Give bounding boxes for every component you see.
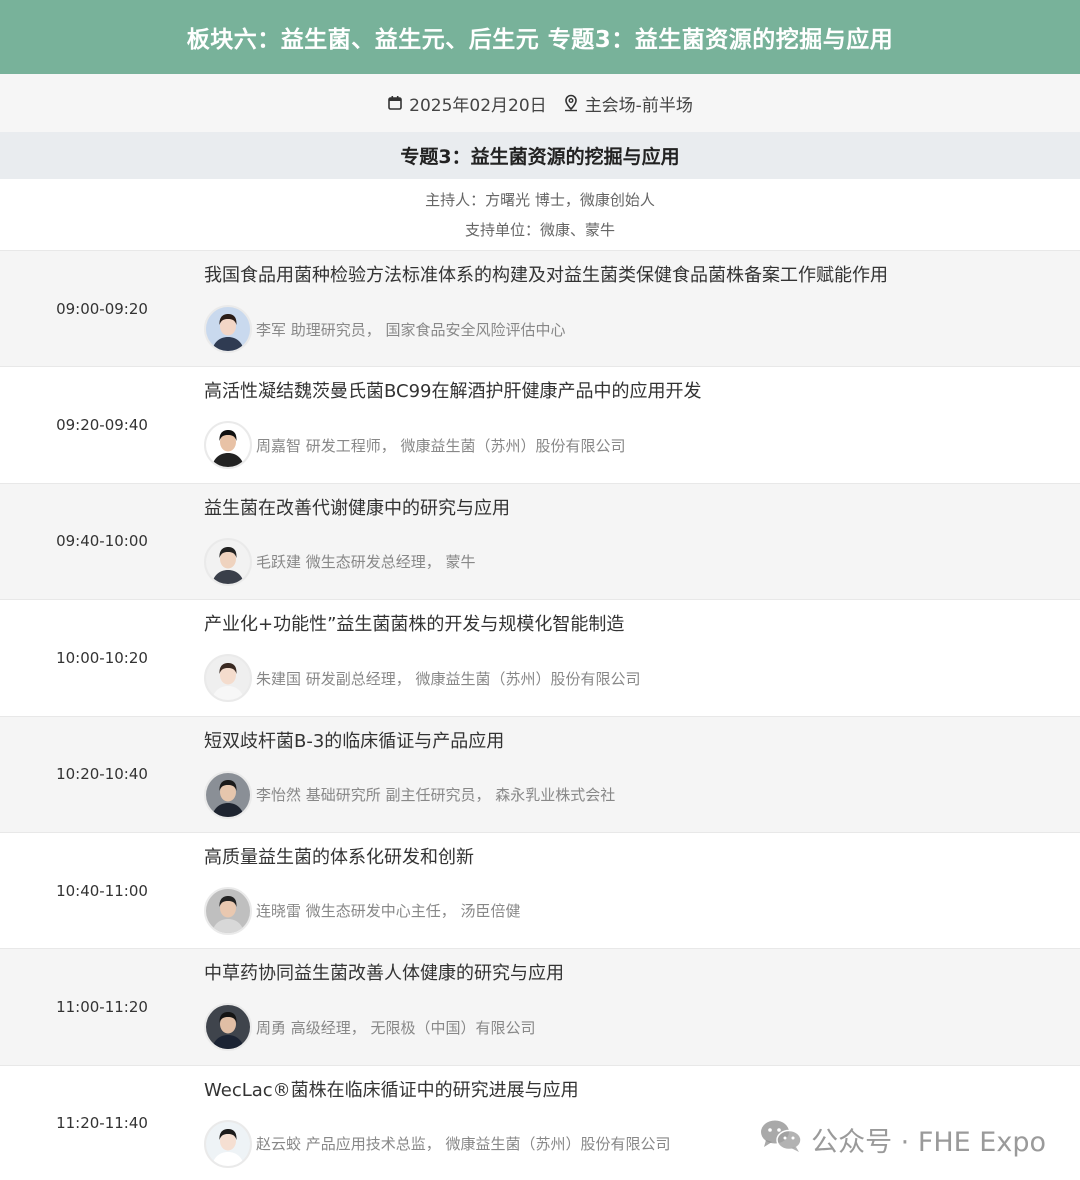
- session-row: 10:20-10:40 短双歧杆菌B-3的临床循证与产品应用李怡然 基础研究所 副…: [0, 715, 1080, 832]
- speaker: 周嘉智 研发工程师， 微康益生菌（苏州）股份有限公司: [204, 421, 1080, 470]
- session-time: 10:40-11:00: [56, 881, 148, 900]
- session-row: 10:00-10:20 产业化+功能性”益生菌菌株的开发与规模化智能制造朱建国 研…: [0, 599, 1080, 716]
- topic-info: 主持人：方曙光 博士，微康创始人 支持单位：微康、蒙牛: [0, 179, 1080, 250]
- session-row: 09:20-09:40 高活性凝结魏茨曼氏菌BC99在解酒护肝健康产品中的应用开发…: [0, 366, 1080, 483]
- session-time: 09:40-10:00: [56, 532, 148, 551]
- speaker: 李怡然 基础研究所 副主任研究员， 森永乳业株式会社: [204, 770, 1080, 819]
- session-content: 短双歧杆菌B-3的临床循证与产品应用李怡然 基础研究所 副主任研究员， 森永乳业…: [204, 717, 1080, 832]
- talk-title: 高质量益生菌的体系化研发和创新: [204, 846, 474, 868]
- avatar: [204, 305, 252, 353]
- speaker-name: 李怡然 基础研究所 副主任研究员， 森永乳业株式会社: [256, 786, 616, 805]
- speaker-name: 李军 助理研究员， 国家食品安全风险评估中心: [256, 320, 566, 339]
- speaker: 朱建国 研发副总经理， 微康益生菌（苏州）股份有限公司: [204, 654, 1080, 703]
- speaker-name: 毛跃建 微生态研发总经理， 蒙牛: [256, 553, 476, 572]
- session-content: 产业化+功能性”益生菌菌株的开发与规模化智能制造朱建国 研发副总经理， 微康益生…: [204, 600, 1080, 715]
- speaker: 周勇 高级经理， 无限极（中国）有限公司: [204, 1003, 1080, 1052]
- support-line: 支持单位：微康、蒙牛: [464, 221, 615, 239]
- session-time: 11:00-11:20: [56, 998, 148, 1017]
- avatar: [204, 537, 252, 586]
- talk-title: 我国食品用菌种检验方法标准体系的构建及对益生菌类保健食品菌株备案工作赋能作用: [204, 265, 888, 286]
- session-content: 益生菌在改善代谢健康中的研究与应用毛跃建 微生态研发总经理， 蒙牛: [204, 484, 1080, 599]
- calendar-icon: [387, 95, 403, 111]
- avatar: [204, 421, 252, 470]
- session-time: 10:00-10:20: [56, 648, 148, 667]
- speaker-name: 连晓雷 微生态研发中心主任， 汤臣倍健: [256, 902, 521, 921]
- speaker-name: 周勇 高级经理， 无限极（中国）有限公司: [256, 1018, 536, 1037]
- host-line: 主持人：方曙光 博士，微康创始人: [425, 191, 655, 209]
- session-date: 2025年02月20日: [409, 95, 547, 116]
- page-title: 板块六：益生菌、益生元、后生元 专题3：益生菌资源的挖掘与应用: [0, 0, 1080, 74]
- session-time: 10:20-10:40: [56, 765, 148, 784]
- watermark: 公众号 · FHE Expo: [759, 1118, 1046, 1161]
- schedule-list: 09:00-09:20 我国食品用菌种检验方法标准体系的构建及对益生菌类保健食品菌…: [0, 250, 1080, 1180]
- speaker: 毛跃建 微生态研发总经理， 蒙牛: [204, 537, 1080, 586]
- session-content: 我国食品用菌种检验方法标准体系的构建及对益生菌类保健食品菌株备案工作赋能作用李军…: [204, 251, 1080, 366]
- session-content: 高活性凝结魏茨曼氏菌BC99在解酒护肝健康产品中的应用开发周嘉智 研发工程师， …: [204, 367, 1080, 482]
- avatar: [204, 654, 252, 703]
- avatar: [204, 886, 252, 935]
- avatar: [204, 770, 252, 819]
- speaker-name: 朱建国 研发副总经理， 微康益生菌（苏州）股份有限公司: [256, 669, 641, 688]
- session-row: 10:40-11:00 高质量益生菌的体系化研发和创新连晓雷 微生态研发中心主任，…: [0, 831, 1080, 949]
- session-time: 09:20-09:40: [56, 416, 148, 435]
- wechat-icon: [759, 1118, 803, 1161]
- session-content: 中草药协同益生菌改善人体健康的研究与应用周勇 高级经理， 无限极（中国）有限公司: [204, 949, 1080, 1064]
- talk-title: 中草药协同益生菌改善人体健康的研究与应用: [204, 963, 564, 985]
- session-row: 09:00-09:20 我国食品用菌种检验方法标准体系的构建及对益生菌类保健食品菌…: [0, 250, 1080, 367]
- talk-title: 产业化+功能性”益生菌菌株的开发与规模化智能制造: [204, 614, 625, 636]
- talk-title: 短双歧杆菌B-3的临床循证与产品应用: [204, 730, 505, 752]
- avatar: [204, 1119, 252, 1168]
- speaker-name: 周嘉智 研发工程师， 微康益生菌（苏州）股份有限公司: [256, 436, 626, 455]
- session-row: 09:40-10:00 益生菌在改善代谢健康中的研究与应用毛跃建 微生态研发总经理…: [0, 482, 1080, 600]
- session-venue: 主会场-前半场: [584, 95, 693, 116]
- session-content: 高质量益生菌的体系化研发和创新连晓雷 微生态研发中心主任， 汤臣倍健: [204, 833, 1080, 948]
- speaker: 李军 助理研究员， 国家食品安全风险评估中心: [204, 305, 1080, 353]
- location-pin-icon: [563, 94, 579, 112]
- watermark-text: 公众号 · FHE Expo: [811, 1127, 1046, 1158]
- session-row: 11:00-11:20 中草药协同益生菌改善人体健康的研究与应用周勇 高级经理， …: [0, 948, 1080, 1065]
- speaker-name: 赵云蛟 产品应用技术总监， 微康益生菌（苏州）股份有限公司: [256, 1135, 671, 1154]
- talk-title: WecLac®菌株在临床循证中的研究进展与应用: [204, 1079, 579, 1101]
- talk-title: 益生菌在改善代谢健康中的研究与应用: [204, 497, 510, 519]
- talk-title: 高活性凝结魏茨曼氏菌BC99在解酒护肝健康产品中的应用开发: [204, 381, 702, 403]
- topic-title: 专题3：益生菌资源的挖掘与应用: [0, 132, 1080, 179]
- speaker: 连晓雷 微生态研发中心主任， 汤臣倍健: [204, 886, 1080, 935]
- session-time: 09:00-09:20: [56, 299, 148, 318]
- session-time: 11:20-11:40: [56, 1114, 148, 1133]
- avatar: [204, 1003, 252, 1052]
- session-meta: 2025年02月20日 主会场-前半场: [0, 74, 1080, 132]
